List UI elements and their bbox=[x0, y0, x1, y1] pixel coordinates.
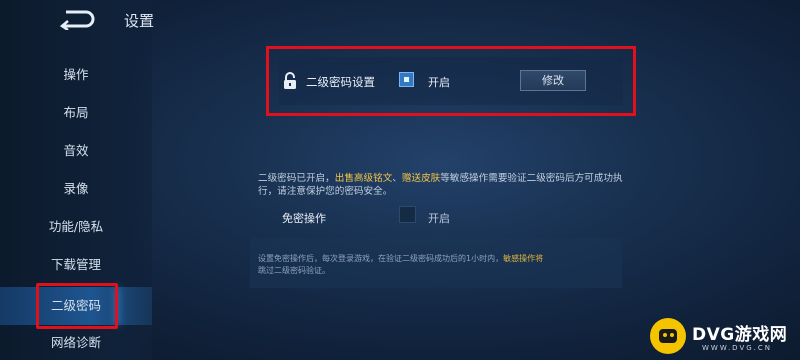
sidebar-item-replay[interactable]: 录像 bbox=[0, 170, 152, 208]
sidebar-item-label: 网络诊断 bbox=[50, 335, 101, 350]
page-title: 设置 bbox=[124, 12, 155, 30]
desc-highlight-inscription: 出售高级铭文 bbox=[334, 173, 393, 184]
desc-separator: 、 bbox=[392, 173, 402, 184]
desc-highlight-skin: 赠送皮肤 bbox=[401, 173, 441, 184]
sidebar-item-downloads[interactable]: 下载管理 bbox=[0, 246, 152, 284]
password-enable-label: 开启 bbox=[428, 76, 450, 89]
watermark-title: DVG游戏网 bbox=[692, 325, 788, 345]
sidebar-item-label: 功能/隐私 bbox=[48, 219, 104, 234]
password-free-enable-label: 开启 bbox=[428, 212, 450, 225]
password-description: 二级密码已开启，出售高级铭文、赠送皮肤等敏感操作需要验证二级密码后方可成功执行，… bbox=[258, 172, 628, 198]
password-enable-checkbox[interactable] bbox=[399, 72, 414, 87]
desc-text: 二级密码已开启， bbox=[258, 173, 335, 184]
annotation-highlight-box bbox=[36, 283, 118, 329]
sidebar-item-label: 录像 bbox=[63, 181, 89, 196]
password-free-label: 免密操作 bbox=[282, 212, 326, 225]
watermark: DVG游戏网 WWW.DVG.CN bbox=[650, 318, 796, 356]
password-free-checkbox[interactable] bbox=[399, 206, 416, 223]
sidebar-item-network-diagnosis[interactable]: 网络诊断 bbox=[0, 324, 152, 360]
sidebar-item-sound[interactable]: 音效 bbox=[0, 132, 152, 170]
sidebar-item-controls[interactable]: 操作 bbox=[0, 56, 152, 94]
modify-password-button[interactable]: 修改 bbox=[520, 70, 586, 91]
password-free-info: 设置免密操作后，每次登录游戏，在验证二级密码成功后的1小时内，敏感操作将跳过二级… bbox=[258, 253, 608, 277]
sidebar-item-label: 布局 bbox=[63, 105, 89, 120]
gamepad-logo-icon bbox=[650, 318, 686, 354]
sidebar-item-label: 下载管理 bbox=[50, 257, 101, 272]
sidebar-item-label: 音效 bbox=[63, 143, 89, 158]
password-setting-label: 二级密码设置 bbox=[306, 75, 375, 89]
sidebar-item-privacy[interactable]: 功能/隐私 bbox=[0, 208, 152, 246]
lock-icon bbox=[284, 72, 296, 89]
info-text-rest: 跳过二级密码验证。 bbox=[258, 266, 330, 275]
sidebar-item-label: 操作 bbox=[63, 67, 89, 82]
info-highlight: 敏感操作将 bbox=[503, 254, 544, 263]
sidebar-item-layout[interactable]: 布局 bbox=[0, 94, 152, 132]
info-text: 设置免密操作后，每次登录游戏，在验证二级密码成功后的1小时内， bbox=[258, 254, 504, 263]
watermark-subtitle: WWW.DVG.CN bbox=[702, 344, 773, 352]
